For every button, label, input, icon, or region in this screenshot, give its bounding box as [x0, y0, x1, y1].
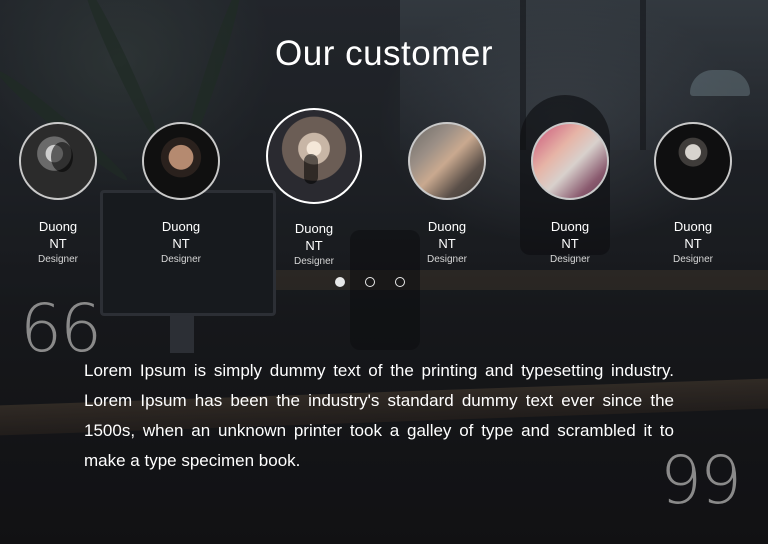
customer-role: Designer [672, 254, 714, 265]
avatar[interactable] [654, 122, 732, 200]
customer-carousel: Duong NT Designer Duong NT Designer Duong N… [0, 0, 768, 290]
testimonial-text: Lorem Ipsum is simply dummy text of the … [84, 361, 674, 470]
customer-card[interactable]: Duong NT Designer [515, 122, 625, 266]
close-quote-icon: 99 [660, 442, 742, 519]
customer-name: Duong NT [161, 219, 201, 251]
customer-name: Duong NT [673, 219, 713, 251]
customer-name: Duong NT [294, 221, 334, 253]
avatar[interactable] [19, 122, 97, 200]
customer-card[interactable]: Duong NT Designer [392, 122, 502, 266]
customer-section: Our customer Duong NT Designer Duong NT De… [0, 0, 768, 544]
pagination-dot-3[interactable] [395, 277, 405, 287]
customer-card[interactable]: Duong NT Designer [3, 122, 113, 266]
customer-role: Designer [160, 254, 202, 265]
avatar[interactable] [266, 108, 362, 204]
avatar[interactable] [142, 122, 220, 200]
customer-card[interactable]: Duong NT Designer [638, 122, 748, 266]
pagination-dot-1[interactable] [335, 276, 345, 287]
pagination-dot-2[interactable] [365, 277, 375, 287]
customer-role: Designer [293, 256, 335, 267]
customer-name: Duong NT [550, 219, 590, 251]
carousel-pagination [335, 276, 405, 291]
customer-name: Duong NT [427, 219, 467, 251]
customer-role: Designer [549, 254, 591, 265]
customer-card[interactable]: Duong NT Designer [126, 122, 236, 266]
customer-role: Designer [37, 254, 79, 265]
customer-role: Designer [426, 254, 468, 265]
customer-name: Duong NT [38, 219, 78, 251]
customer-card-active[interactable]: Duong NT Designer [259, 108, 369, 268]
avatar[interactable] [531, 122, 609, 200]
avatar[interactable] [408, 122, 486, 200]
